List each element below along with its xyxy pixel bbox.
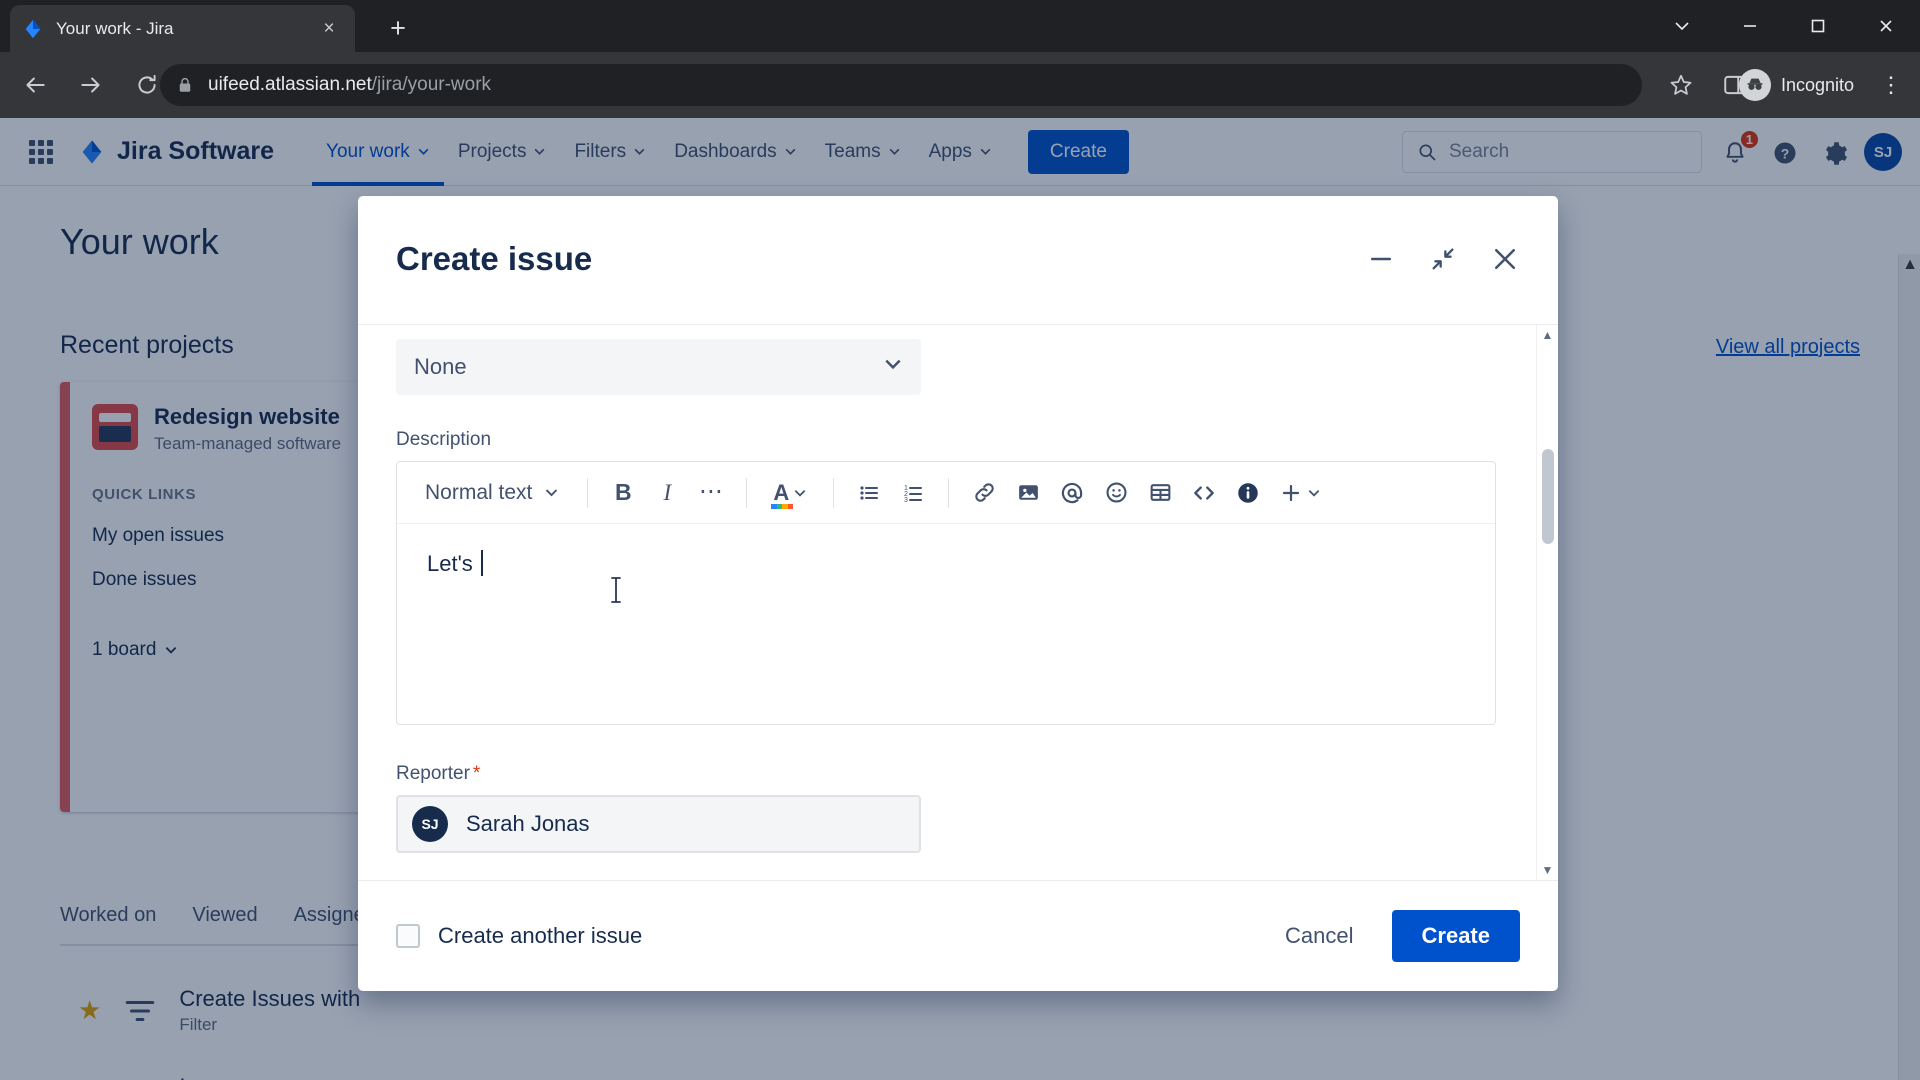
bookmark-star-icon[interactable] <box>1668 72 1694 98</box>
text-style-dropdown[interactable]: Normal text <box>411 472 573 514</box>
window-minimize-button[interactable] <box>1716 0 1784 52</box>
dialog-body: None Description Normal text B I ⋯ A 1 2… <box>358 324 1558 881</box>
reporter-select[interactable]: SJ Sarah Jonas <box>396 795 921 853</box>
reporter-label: Reporter * <box>396 763 1536 785</box>
dialog-header-actions <box>1362 240 1524 278</box>
address-bar-url: uifeed.atlassian.net/jira/your-work <box>208 74 491 96</box>
parent-select-value: None <box>414 354 467 379</box>
dialog-scroll-content: None Description Normal text B I ⋯ A 1 2… <box>358 325 1536 880</box>
lock-icon <box>179 77 191 92</box>
required-indicator: * <box>472 763 481 784</box>
screen: Your work - Jira × + uifeed.atlassian.ne… <box>0 0 1920 1080</box>
window-close-button[interactable] <box>1852 0 1920 52</box>
image-icon[interactable] <box>1007 472 1049 514</box>
description-editor: Normal text B I ⋯ A 1 2 3 Let's <box>396 461 1496 725</box>
parent-select[interactable]: None <box>396 339 921 395</box>
cancel-button[interactable]: Cancel <box>1267 911 1371 961</box>
jira-favicon <box>25 19 41 38</box>
tab-close-icon[interactable]: × <box>315 15 343 43</box>
description-text-area[interactable]: Let's <box>397 524 1495 724</box>
url-path: /jira/your-work <box>371 74 492 95</box>
browser-tab[interactable]: Your work - Jira × <box>10 5 355 52</box>
chevron-down-icon <box>1309 489 1320 497</box>
address-bar[interactable]: uifeed.atlassian.net/jira/your-work <box>160 64 1642 106</box>
close-icon[interactable] <box>1486 240 1524 278</box>
browser-tab-strip: Your work - Jira × + <box>0 0 1920 52</box>
toolbar-divider <box>746 477 748 508</box>
more-formatting-button[interactable]: ⋯ <box>690 472 732 514</box>
text-style-label: Normal text <box>425 480 533 504</box>
url-host: uifeed.atlassian.net <box>208 74 372 95</box>
incognito-label: Incognito <box>1780 74 1854 95</box>
window-maximize-button[interactable] <box>1784 0 1852 52</box>
text-color-button[interactable]: A <box>761 472 819 514</box>
checkbox-box[interactable] <box>396 924 420 948</box>
text-color-label: A <box>771 479 794 509</box>
numbered-list-icon[interactable]: 123 <box>892 472 934 514</box>
bullet-list-icon[interactable] <box>848 472 890 514</box>
back-icon[interactable] <box>14 64 56 106</box>
incognito-icon <box>1738 69 1771 101</box>
dialog-title: Create issue <box>396 240 593 277</box>
info-panel-icon[interactable] <box>1227 472 1269 514</box>
dialog-scrollbar[interactable]: ▲ ▼ <box>1536 325 1558 880</box>
checkbox-label: Create another issue <box>438 923 643 948</box>
toolbar-divider <box>833 477 835 508</box>
chevron-down-icon <box>546 489 558 497</box>
italic-button[interactable]: I <box>646 472 688 514</box>
collapse-icon[interactable] <box>1424 240 1462 278</box>
dialog-scroll-thumb[interactable] <box>1542 449 1554 544</box>
description-label: Description <box>396 429 492 450</box>
avatar: SJ <box>412 806 448 842</box>
browser-navigation-bar: uifeed.atlassian.net/jira/your-work Inco… <box>0 52 1920 118</box>
toolbar-divider <box>587 477 589 508</box>
svg-text:3: 3 <box>904 497 908 504</box>
code-icon[interactable] <box>1183 472 1225 514</box>
window-chevron-button[interactable] <box>1648 0 1716 52</box>
editor-toolbar: Normal text B I ⋯ A 1 2 3 <box>397 462 1495 524</box>
mention-icon[interactable] <box>1051 472 1093 514</box>
create-another-issue-checkbox[interactable]: Create another issue <box>396 923 642 949</box>
table-icon[interactable] <box>1139 472 1181 514</box>
dialog-header: Create issue <box>358 196 1558 324</box>
create-issue-dialog: Create issue None Description Normal tex… <box>358 196 1558 991</box>
reporter-name: Sarah Jonas <box>466 811 590 836</box>
minimize-icon[interactable] <box>1362 240 1400 278</box>
reporter-label-text: Reporter <box>396 763 470 784</box>
browser-tab-title: Your work - Jira <box>56 18 174 38</box>
scroll-up-arrow-icon[interactable]: ▲ <box>1542 328 1554 342</box>
color-swatch-underline <box>771 503 794 509</box>
submit-create-button[interactable]: Create <box>1391 910 1520 962</box>
text-caret <box>480 550 483 576</box>
new-tab-button[interactable]: + <box>380 10 416 46</box>
kebab-menu-icon[interactable]: ⋮ <box>1878 72 1904 98</box>
text-color-glyph: A <box>773 479 790 505</box>
add-more-icon[interactable] <box>1271 472 1329 514</box>
forward-icon[interactable] <box>70 64 112 106</box>
window-controls <box>1648 0 1920 52</box>
link-icon[interactable] <box>963 472 1005 514</box>
chevron-down-icon <box>795 489 806 497</box>
emoji-icon[interactable] <box>1095 472 1137 514</box>
scroll-down-arrow-icon[interactable]: ▼ <box>1542 863 1554 877</box>
chevron-down-icon <box>883 354 903 380</box>
incognito-profile-button[interactable]: Incognito <box>1729 66 1864 104</box>
description-text: Let's <box>427 551 479 576</box>
dialog-footer: Create another issue Cancel Create <box>358 881 1558 991</box>
bold-button[interactable]: B <box>602 472 644 514</box>
toolbar-divider <box>948 477 950 508</box>
